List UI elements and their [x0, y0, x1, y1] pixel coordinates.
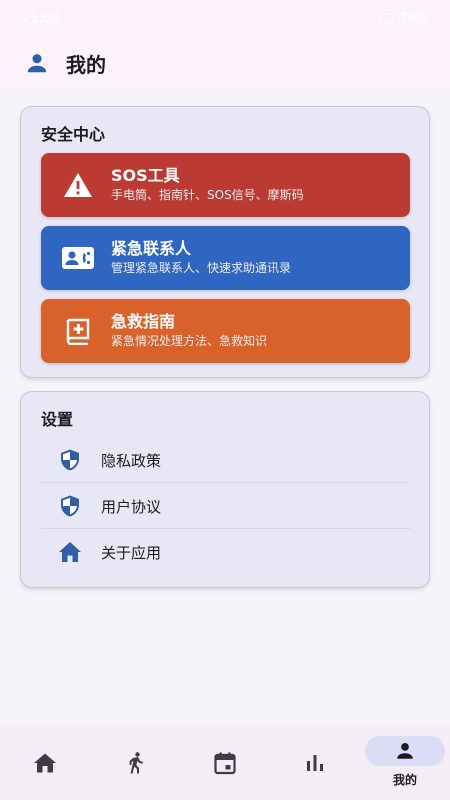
about-app-label: 关于应用 [101, 543, 162, 562]
user-agreement-label: 用户协议 [101, 497, 162, 516]
privacy-policy-label: 隐私政策 [101, 451, 162, 470]
app-header: 我的 [0, 36, 450, 90]
warning-icon [61, 168, 95, 202]
sos-tool-button[interactable]: SOS工具 手电筒、指南针、SOS信号、摩斯码 [41, 153, 410, 217]
nav-profile[interactable]: 我的 [360, 725, 450, 800]
security-center-card: 安全中心 SOS工具 手电筒、指南针、SOS信号、摩斯码 紧急联系人 管理紧急联… [20, 106, 430, 378]
nav-profile-label: 我的 [392, 773, 417, 787]
first-aid-guide-desc: 紧急情况处理方法、急救知识 [111, 334, 268, 348]
emergency-contacts-desc: 管理紧急联系人、快速求助通讯录 [111, 261, 292, 275]
security-center-title: 安全中心 [41, 125, 106, 144]
nav-statistics[interactable] [270, 725, 360, 800]
nav-calendar[interactable] [180, 725, 270, 800]
contact-card-icon [61, 241, 95, 275]
nav-activity[interactable] [90, 725, 180, 800]
nav-home[interactable] [0, 725, 90, 800]
bottom-navigation: 我的 [0, 725, 450, 800]
home-icon [57, 539, 83, 565]
status-time: 21:00 [22, 10, 60, 26]
person-icon [393, 739, 417, 763]
running-icon [123, 751, 147, 775]
home-icon [33, 751, 57, 775]
calendar-icon [213, 751, 237, 775]
shield-icon [57, 447, 83, 473]
person-icon [24, 50, 50, 76]
about-app-item[interactable]: 关于应用 [41, 529, 410, 575]
sos-tool-name: SOS工具 [111, 166, 180, 185]
user-agreement-item[interactable]: 用户协议 [41, 483, 410, 529]
shield-icon [57, 493, 83, 519]
battery-icon [379, 13, 394, 23]
privacy-policy-item[interactable]: 隐私政策 [41, 437, 410, 483]
first-aid-book-icon [61, 314, 95, 348]
status-bar: 21:00 76% [0, 0, 450, 36]
settings-card: 设置 隐私政策 用户协议 关于应用 [20, 391, 430, 588]
emergency-contacts-button[interactable]: 紧急联系人 管理紧急联系人、快速求助通讯录 [41, 226, 410, 290]
status-indicators: 76% [379, 11, 428, 26]
settings-title: 设置 [41, 410, 74, 429]
battery-level: 76% [399, 10, 428, 26]
first-aid-guide-name: 急救指南 [111, 312, 176, 331]
page-title: 我的 [66, 52, 106, 77]
emergency-contacts-name: 紧急联系人 [111, 239, 192, 258]
bar-chart-icon [303, 751, 327, 775]
first-aid-guide-button[interactable]: 急救指南 紧急情况处理方法、急救知识 [41, 299, 410, 363]
sos-tool-desc: 手电筒、指南针、SOS信号、摩斯码 [111, 188, 304, 202]
